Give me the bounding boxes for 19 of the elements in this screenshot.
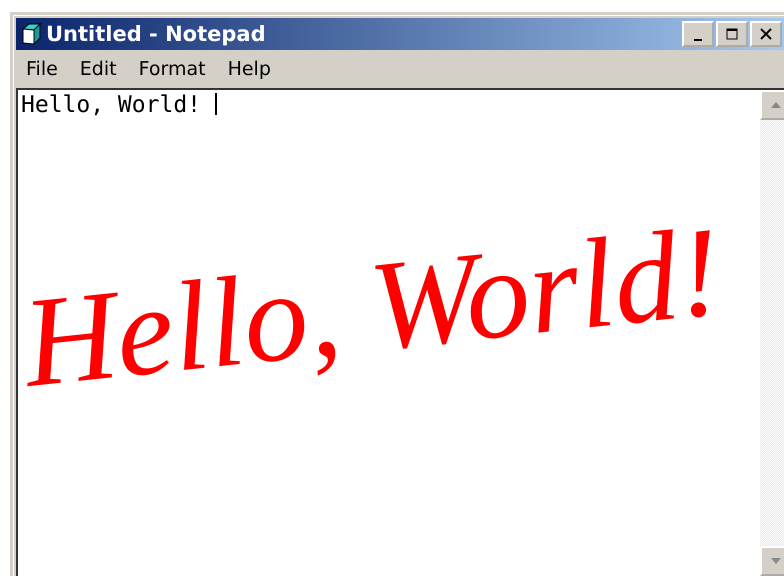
notepad-icon bbox=[20, 23, 42, 45]
down-arrow-icon bbox=[770, 557, 782, 565]
text-cursor bbox=[214, 93, 217, 115]
window-title: Untitled - Notepad bbox=[46, 22, 267, 46]
close-icon bbox=[759, 27, 773, 41]
close-button[interactable] bbox=[750, 21, 782, 47]
minimize-icon bbox=[694, 39, 702, 41]
menu-item[interactable]: Help bbox=[228, 58, 271, 80]
vertical-scrollbar[interactable] bbox=[760, 90, 784, 576]
maximize-button[interactable] bbox=[716, 21, 748, 47]
scroll-down-button[interactable] bbox=[760, 546, 784, 576]
scroll-up-button[interactable] bbox=[760, 90, 784, 120]
maximize-icon bbox=[725, 27, 739, 41]
up-arrow-icon bbox=[770, 101, 782, 109]
editor-text: Hello, World! bbox=[21, 92, 202, 118]
handwritten-text: Hello, World! bbox=[16, 198, 728, 416]
menu-item[interactable]: Edit bbox=[80, 58, 117, 80]
menu-item[interactable]: File bbox=[26, 58, 58, 80]
menu-item[interactable]: Format bbox=[138, 58, 206, 80]
